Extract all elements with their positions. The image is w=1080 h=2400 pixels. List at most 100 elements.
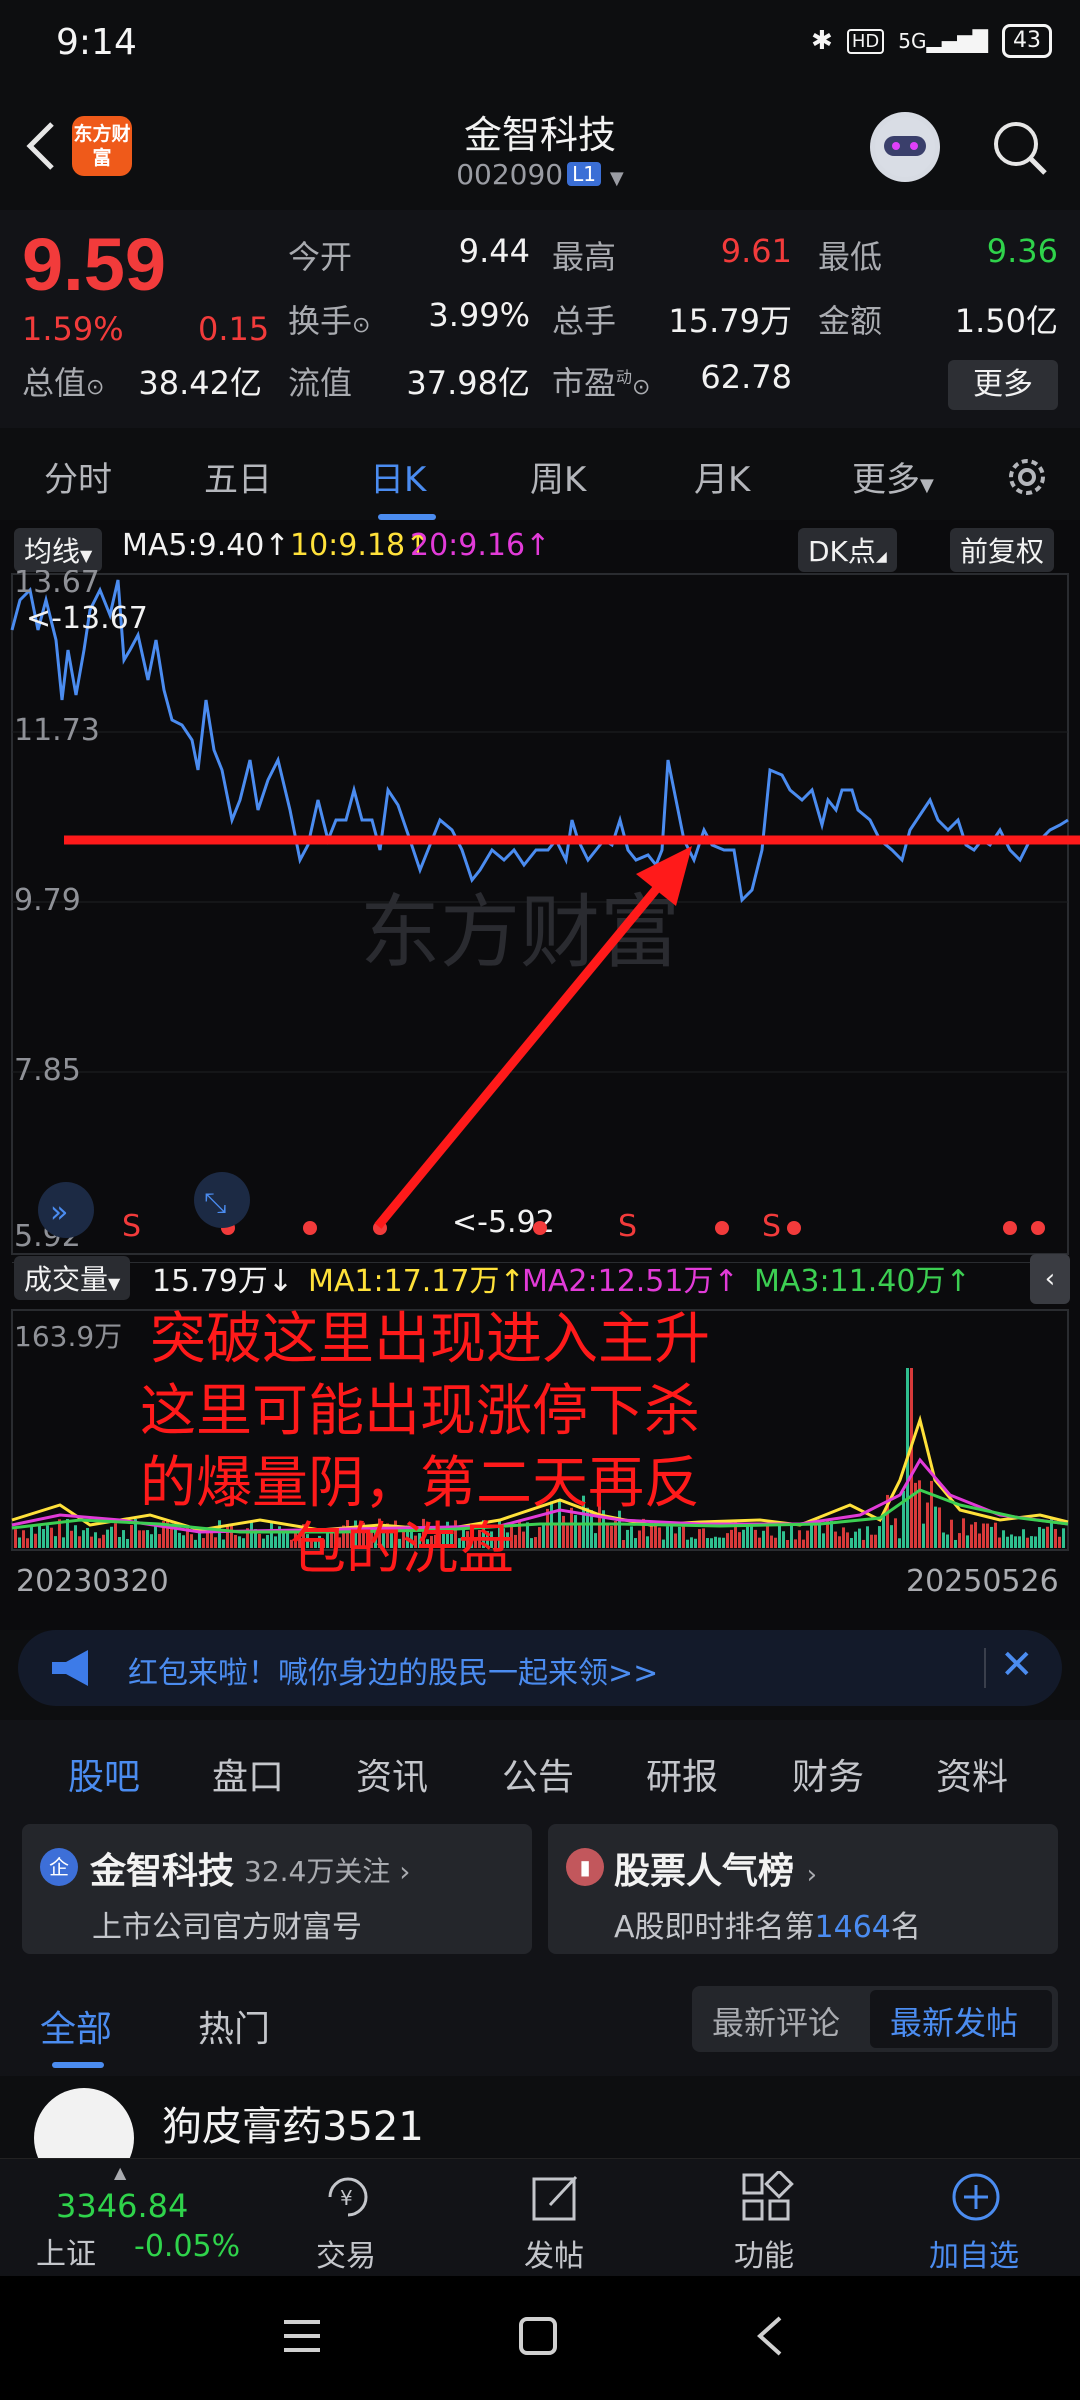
battery-icon: 43	[1002, 24, 1052, 58]
tab-research[interactable]: 研报	[646, 1748, 718, 1800]
tab-financials[interactable]: 财务	[792, 1748, 864, 1800]
post-author[interactable]: 狗皮膏药3521	[162, 2094, 424, 2152]
volume-bar	[122, 1530, 125, 1548]
tab-monthly-k[interactable]: 月K	[694, 452, 750, 501]
volume-bar	[110, 1526, 113, 1548]
volume-bar	[270, 1522, 273, 1548]
amount-value: 1.50亿	[954, 302, 1058, 340]
volume-bar	[250, 1521, 253, 1548]
volume-label: 总手	[552, 302, 617, 340]
post-button[interactable]: 发帖	[484, 2159, 624, 2277]
trade-button[interactable]: ¥ 交易	[276, 2159, 416, 2277]
kline-chart[interactable]: 均线▼ MA5:9.40↑ 10:9.18↑ 20:9.16↑ DK点◢ 前复权…	[0, 520, 1080, 1630]
volume-bar	[98, 1538, 101, 1548]
menu-icon[interactable]	[280, 2316, 324, 2356]
volume-bar	[922, 1523, 925, 1548]
pe-value: 62.78	[700, 358, 792, 396]
volume-bar	[810, 1523, 813, 1548]
tab-profile[interactable]: 资料	[936, 1748, 1008, 1800]
volume-bar	[262, 1538, 265, 1548]
volume-bar	[534, 1537, 537, 1548]
volume-bar	[150, 1534, 153, 1548]
collapse-indicators-button[interactable]: ‹	[1030, 1254, 1070, 1304]
back-arrow-icon[interactable]	[18, 116, 68, 176]
volume-bar	[1054, 1528, 1057, 1548]
tab-announcements[interactable]: 公告	[502, 1748, 574, 1800]
search-icon[interactable]	[990, 118, 1050, 178]
hd-icon: HD	[846, 28, 885, 54]
float-value: 37.98亿	[406, 364, 530, 402]
volume-bar	[898, 1538, 901, 1548]
volume-value: 15.79万	[668, 302, 792, 340]
turnover-label[interactable]: 换手⊙	[288, 296, 370, 342]
volume-bar	[806, 1530, 809, 1548]
app-logo[interactable]: 东方财富	[72, 116, 132, 176]
tab-more[interactable]: 更多▼	[852, 452, 934, 501]
market-cap-label[interactable]: 总值⊙	[22, 358, 104, 404]
volume-bar	[50, 1527, 53, 1548]
volume-bar	[786, 1539, 789, 1548]
ma-selector[interactable]: 均线▼	[14, 528, 103, 572]
pe-label[interactable]: 市盈动⊙	[552, 358, 650, 404]
robot-assistant-icon[interactable]	[870, 112, 940, 182]
filter-hot[interactable]: 热门	[198, 2000, 270, 2052]
tab-order-book[interactable]: 盘口	[212, 1748, 284, 1800]
home-icon[interactable]	[516, 2314, 560, 2358]
filter-all[interactable]: 全部	[40, 2000, 112, 2052]
popularity-card[interactable]: ▮ 股票人气榜 › A股即时排名第1464名	[548, 1824, 1058, 1954]
volume-bar	[118, 1537, 121, 1548]
sort-latest-comment[interactable]: 最新评论	[712, 1998, 840, 2044]
svg-text:»: »	[50, 1195, 68, 1230]
volume-bar	[850, 1537, 853, 1548]
post-item[interactable]: 狗皮膏药3521	[0, 2080, 1080, 2188]
volume-bar	[1018, 1536, 1021, 1548]
high-value: 9.61	[720, 232, 792, 270]
promo-banner[interactable]: 红包来啦！喊你身边的股民一起来领>> ✕	[18, 1630, 1062, 1706]
volume-ma2: MA2:12.51万↑	[522, 1264, 739, 1299]
stock-code[interactable]: 002090 L1 ▼	[400, 158, 680, 191]
volume-bar	[970, 1524, 973, 1548]
volume-bar	[986, 1523, 989, 1548]
follower-count: 32.4万关注 ›	[244, 1855, 411, 1888]
gear-icon[interactable]	[1002, 452, 1052, 502]
volume-bar	[146, 1530, 149, 1548]
adjust-button[interactable]: 前复权	[950, 528, 1055, 572]
volume-bar	[62, 1537, 65, 1548]
ma20-value: 20:9.16↑	[410, 528, 551, 563]
volume-bar	[798, 1530, 801, 1548]
volume-bar	[842, 1527, 845, 1548]
tab-daily-k[interactable]: 日K	[370, 452, 426, 501]
tab-five-day[interactable]: 五日	[204, 452, 272, 501]
volume-bar	[154, 1523, 157, 1548]
annotation-line-4: 包的洗盘	[290, 1517, 514, 1582]
sort-latest-post[interactable]: 最新发帖	[890, 1998, 1018, 2044]
company-account-card[interactable]: 企 金智科技 32.4万关注 › 上市公司官方财富号	[22, 1824, 532, 1954]
enterprise-icon: 企	[40, 1848, 78, 1886]
price-line	[10, 579, 1069, 904]
close-icon[interactable]: ✕	[1000, 1642, 1034, 1688]
volume-bar	[1062, 1528, 1065, 1548]
dk-button[interactable]: DK点◢	[798, 528, 897, 572]
y-label-2: 11.73	[14, 713, 100, 748]
volume-bar	[846, 1532, 849, 1548]
volume-bar	[234, 1534, 237, 1548]
add-watchlist-label: 加自选	[929, 2239, 1019, 2274]
function-button[interactable]: 功能	[694, 2159, 834, 2277]
volume-bar	[34, 1533, 37, 1548]
index-name[interactable]: 上证	[36, 2229, 96, 2273]
stock-name: 金智科技	[463, 113, 616, 157]
more-button[interactable]: 更多	[948, 360, 1058, 410]
svg-text:⤡: ⤡	[204, 1186, 226, 1219]
tab-intraday[interactable]: 分时	[44, 452, 112, 501]
volume-bar	[202, 1538, 205, 1548]
volume-bar	[802, 1539, 805, 1548]
tab-news[interactable]: 资讯	[356, 1748, 428, 1800]
add-watchlist-button[interactable]: 加自选	[904, 2159, 1044, 2277]
tab-forum[interactable]: 股吧	[68, 1748, 140, 1800]
index-value[interactable]: 3346.84	[56, 2187, 188, 2225]
volume-bar	[214, 1537, 217, 1548]
volume-bar	[22, 1530, 25, 1548]
volume-selector[interactable]: 成交量▼	[14, 1256, 131, 1300]
back-icon[interactable]	[752, 2314, 788, 2358]
tab-weekly-k[interactable]: 周K	[530, 452, 586, 501]
